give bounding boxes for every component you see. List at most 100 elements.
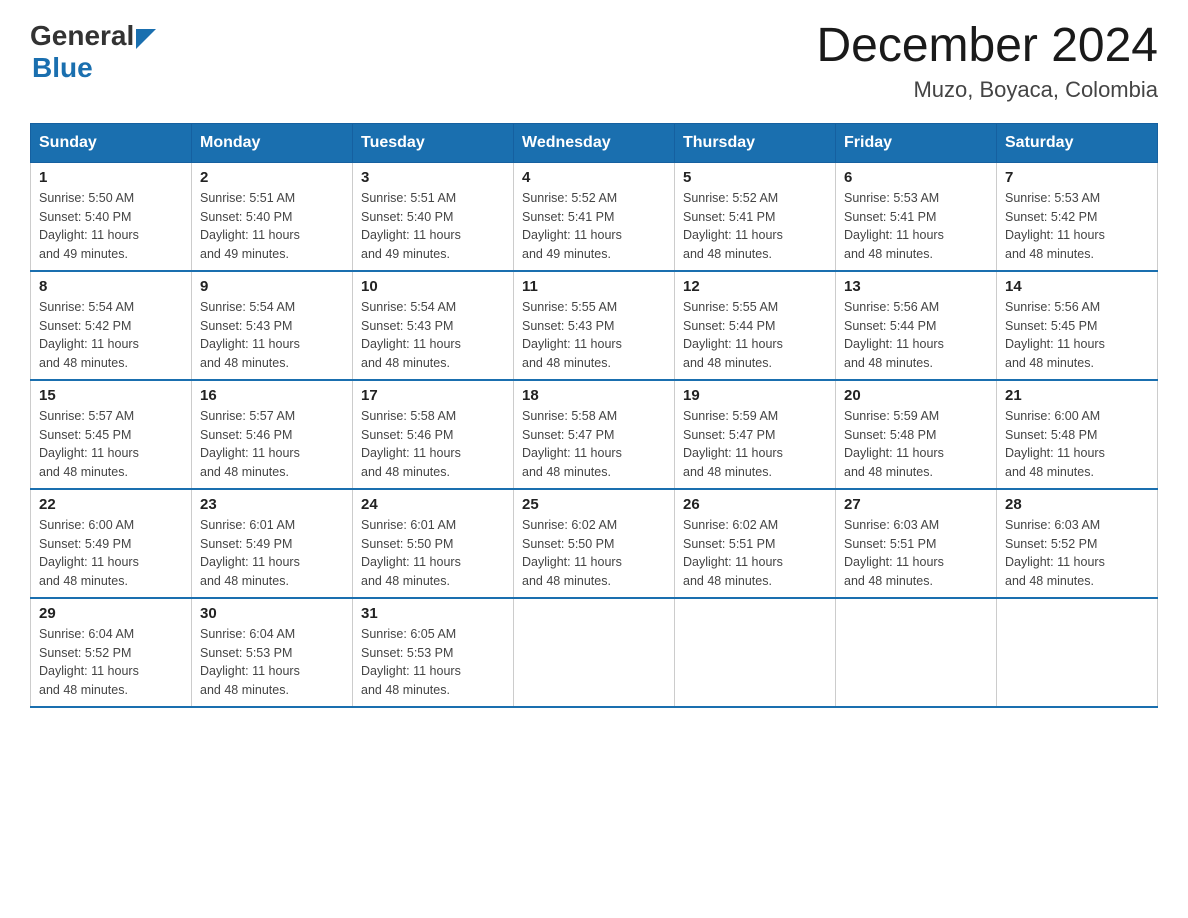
calendar-day-cell: 24 Sunrise: 6:01 AMSunset: 5:50 PMDayligh… <box>353 489 514 598</box>
day-number: 9 <box>200 278 344 295</box>
month-year-title: December 2024 <box>816 20 1158 73</box>
col-thursday: Thursday <box>675 123 836 162</box>
calendar-day-cell: 30Sunrise: 6:04 AMSunset: 5:53 PMDayligh… <box>192 598 353 707</box>
day-info: Sunrise: 6:03 AMSunset: 5:52 PMDaylight:… <box>1005 516 1149 591</box>
day-info: Sunrise: 5:55 AMSunset: 5:43 PMDaylight:… <box>522 298 666 373</box>
day-number: 14 <box>1005 278 1149 295</box>
day-number: 25 <box>522 496 666 513</box>
calendar-day-cell: 27Sunrise: 6:03 AMSunset: 5:51 PMDayligh… <box>836 489 997 598</box>
calendar-day-cell: 22 Sunrise: 6:00 AMSunset: 5:49 PMDayligh… <box>31 489 192 598</box>
calendar-day-cell: 8Sunrise: 5:54 AMSunset: 5:42 PMDaylight… <box>31 271 192 380</box>
calendar-day-cell: 15 Sunrise: 5:57 AMSunset: 5:45 PMDayligh… <box>31 380 192 489</box>
day-number: 28 <box>1005 496 1149 513</box>
calendar-day-cell <box>836 598 997 707</box>
day-number: 19 <box>683 387 827 404</box>
day-number: 7 <box>1005 169 1149 186</box>
calendar-day-cell: 12 Sunrise: 5:55 AMSunset: 5:44 PMDayligh… <box>675 271 836 380</box>
day-info: Sunrise: 6:03 AMSunset: 5:51 PMDaylight:… <box>844 516 988 591</box>
day-info: Sunrise: 5:53 AMSunset: 5:41 PMDaylight:… <box>844 189 988 264</box>
calendar-day-cell <box>675 598 836 707</box>
day-number: 18 <box>522 387 666 404</box>
calendar-week-row: 8Sunrise: 5:54 AMSunset: 5:42 PMDaylight… <box>31 271 1158 380</box>
day-info: Sunrise: 5:54 AMSunset: 5:43 PMDaylight:… <box>200 298 344 373</box>
calendar-header-row: Sunday Monday Tuesday Wednesday Thursday… <box>31 123 1158 162</box>
day-info: Sunrise: 5:55 AMSunset: 5:44 PMDaylight:… <box>683 298 827 373</box>
day-info: Sunrise: 5:59 AMSunset: 5:48 PMDaylight:… <box>844 407 988 482</box>
day-info: Sunrise: 6:00 AMSunset: 5:49 PMDaylight:… <box>39 516 183 591</box>
day-number: 21 <box>1005 387 1149 404</box>
day-info: Sunrise: 5:59 AMSunset: 5:47 PMDaylight:… <box>683 407 827 482</box>
day-info: Sunrise: 5:50 AMSunset: 5:40 PMDaylight:… <box>39 189 183 264</box>
col-sunday: Sunday <box>31 123 192 162</box>
day-number: 31 <box>361 605 505 622</box>
day-info: Sunrise: 6:02 AMSunset: 5:50 PMDaylight:… <box>522 516 666 591</box>
day-number: 10 <box>361 278 505 295</box>
day-info: Sunrise: 5:51 AMSunset: 5:40 PMDaylight:… <box>361 189 505 264</box>
day-number: 26 <box>683 496 827 513</box>
logo: General Blue <box>30 20 156 84</box>
calendar-week-row: 22 Sunrise: 6:00 AMSunset: 5:49 PMDayligh… <box>31 489 1158 598</box>
calendar-week-row: 15 Sunrise: 5:57 AMSunset: 5:45 PMDayligh… <box>31 380 1158 489</box>
calendar-day-cell: 28 Sunrise: 6:03 AMSunset: 5:52 PMDayligh… <box>997 489 1158 598</box>
location-subtitle: Muzo, Boyaca, Colombia <box>816 77 1158 103</box>
logo-general-text: General <box>30 20 134 52</box>
day-info: Sunrise: 5:58 AMSunset: 5:46 PMDaylight:… <box>361 407 505 482</box>
day-info: Sunrise: 5:54 AMSunset: 5:43 PMDaylight:… <box>361 298 505 373</box>
calendar-day-cell: 6Sunrise: 5:53 AMSunset: 5:41 PMDaylight… <box>836 162 997 271</box>
day-info: Sunrise: 6:05 AMSunset: 5:53 PMDaylight:… <box>361 625 505 700</box>
calendar-day-cell: 1 Sunrise: 5:50 AMSunset: 5:40 PMDaylight… <box>31 162 192 271</box>
calendar-day-cell: 20 Sunrise: 5:59 AMSunset: 5:48 PMDayligh… <box>836 380 997 489</box>
day-number: 17 <box>361 387 505 404</box>
day-info: Sunrise: 6:04 AMSunset: 5:52 PMDaylight:… <box>39 625 183 700</box>
day-number: 11 <box>522 278 666 295</box>
calendar-day-cell: 10 Sunrise: 5:54 AMSunset: 5:43 PMDayligh… <box>353 271 514 380</box>
day-number: 20 <box>844 387 988 404</box>
calendar-day-cell: 13 Sunrise: 5:56 AMSunset: 5:44 PMDayligh… <box>836 271 997 380</box>
day-info: Sunrise: 5:51 AMSunset: 5:40 PMDaylight:… <box>200 189 344 264</box>
day-number: 12 <box>683 278 827 295</box>
day-number: 22 <box>39 496 183 513</box>
day-info: Sunrise: 6:04 AMSunset: 5:53 PMDaylight:… <box>200 625 344 700</box>
day-number: 1 <box>39 169 183 186</box>
calendar-day-cell: 21 Sunrise: 6:00 AMSunset: 5:48 PMDayligh… <box>997 380 1158 489</box>
day-number: 5 <box>683 169 827 186</box>
day-number: 13 <box>844 278 988 295</box>
calendar-day-cell: 25 Sunrise: 6:02 AMSunset: 5:50 PMDayligh… <box>514 489 675 598</box>
col-saturday: Saturday <box>997 123 1158 162</box>
title-block: December 2024 Muzo, Boyaca, Colombia <box>816 20 1158 103</box>
calendar-day-cell <box>997 598 1158 707</box>
col-tuesday: Tuesday <box>353 123 514 162</box>
day-info: Sunrise: 5:56 AMSunset: 5:45 PMDaylight:… <box>1005 298 1149 373</box>
logo-arrow-icon <box>136 29 156 49</box>
day-number: 24 <box>361 496 505 513</box>
logo-blue-text: Blue <box>32 52 93 84</box>
day-number: 23 <box>200 496 344 513</box>
calendar-day-cell: 9 Sunrise: 5:54 AMSunset: 5:43 PMDaylight… <box>192 271 353 380</box>
calendar-day-cell <box>514 598 675 707</box>
day-info: Sunrise: 6:00 AMSunset: 5:48 PMDaylight:… <box>1005 407 1149 482</box>
calendar-day-cell: 29 Sunrise: 6:04 AMSunset: 5:52 PMDayligh… <box>31 598 192 707</box>
day-number: 16 <box>200 387 344 404</box>
calendar-day-cell: 2Sunrise: 5:51 AMSunset: 5:40 PMDaylight… <box>192 162 353 271</box>
calendar-day-cell: 23 Sunrise: 6:01 AMSunset: 5:49 PMDayligh… <box>192 489 353 598</box>
day-number: 8 <box>39 278 183 295</box>
day-number: 3 <box>361 169 505 186</box>
day-number: 29 <box>39 605 183 622</box>
logo-line1: General <box>30 20 156 52</box>
col-monday: Monday <box>192 123 353 162</box>
day-number: 4 <box>522 169 666 186</box>
day-info: Sunrise: 5:56 AMSunset: 5:44 PMDaylight:… <box>844 298 988 373</box>
page-header: General Blue December 2024 Muzo, Boyaca,… <box>30 20 1158 103</box>
calendar-day-cell: 11 Sunrise: 5:55 AMSunset: 5:43 PMDayligh… <box>514 271 675 380</box>
calendar-day-cell: 18 Sunrise: 5:58 AMSunset: 5:47 PMDayligh… <box>514 380 675 489</box>
calendar-day-cell: 3 Sunrise: 5:51 AMSunset: 5:40 PMDaylight… <box>353 162 514 271</box>
day-info: Sunrise: 5:58 AMSunset: 5:47 PMDaylight:… <box>522 407 666 482</box>
day-info: Sunrise: 5:57 AMSunset: 5:46 PMDaylight:… <box>200 407 344 482</box>
day-number: 15 <box>39 387 183 404</box>
day-info: Sunrise: 6:01 AMSunset: 5:49 PMDaylight:… <box>200 516 344 591</box>
calendar-day-cell: 19 Sunrise: 5:59 AMSunset: 5:47 PMDayligh… <box>675 380 836 489</box>
day-info: Sunrise: 5:57 AMSunset: 5:45 PMDaylight:… <box>39 407 183 482</box>
day-info: Sunrise: 6:02 AMSunset: 5:51 PMDaylight:… <box>683 516 827 591</box>
day-info: Sunrise: 6:01 AMSunset: 5:50 PMDaylight:… <box>361 516 505 591</box>
calendar-day-cell: 14 Sunrise: 5:56 AMSunset: 5:45 PMDayligh… <box>997 271 1158 380</box>
